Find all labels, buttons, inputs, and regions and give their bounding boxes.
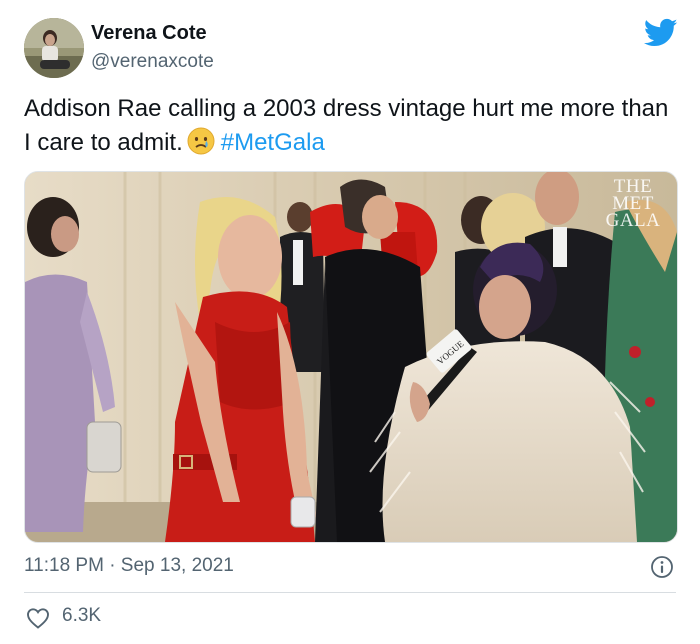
info-icon[interactable] (650, 555, 674, 579)
author-handle[interactable]: @verenaxcote (91, 51, 214, 73)
tweet-text: Addison Rae calling a 2003 dress vintage… (24, 92, 674, 160)
tweet-timestamp[interactable]: 11:18 PM · Sep 13, 2021 (24, 555, 234, 577)
tweet-card: Verena Cote @verenaxcote Addison Rae cal… (0, 0, 700, 644)
divider (24, 592, 676, 593)
met-gala-watermark: THE MET GALA (605, 176, 661, 231)
avatar[interactable] (24, 18, 84, 78)
tweet-photo[interactable]: VOGUE THE MET GALA (24, 171, 678, 543)
like-count[interactable]: 6.3K (62, 605, 101, 627)
author-name[interactable]: Verena Cote (91, 22, 207, 45)
tweet-body: Addison Rae calling a 2003 dress vintage… (24, 95, 669, 156)
heart-icon[interactable] (26, 607, 50, 629)
hashtag-link[interactable]: #MetGala (221, 129, 325, 156)
crying-face-emoji-icon (187, 127, 215, 155)
met-gala-photo: VOGUE (25, 172, 677, 542)
twitter-bird-icon[interactable] (644, 18, 678, 48)
